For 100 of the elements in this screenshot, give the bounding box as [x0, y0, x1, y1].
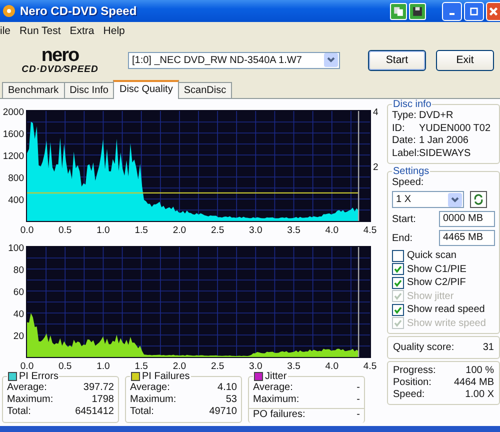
axis-label: 1200 — [2, 151, 24, 162]
stat-label: Total: — [7, 406, 31, 418]
stat-value: 49710 — [209, 406, 237, 418]
group-title: PI Errors — [19, 371, 58, 382]
progress-label: Progress: — [393, 365, 436, 377]
minimize-button[interactable] — [442, 2, 462, 20]
save-icon[interactable] — [409, 2, 426, 20]
axis-label: 1.0 — [96, 361, 110, 371]
maximize-icon — [469, 6, 479, 16]
quality-label: Quality score: — [393, 342, 454, 353]
menu-item[interactable]: Extra — [70, 25, 94, 37]
axis-label: 3.5 — [287, 361, 300, 371]
axis-label: 2.5 — [210, 361, 224, 371]
tab[interactable]: ScanDisc — [178, 82, 232, 98]
tab[interactable]: Disc Quality — [113, 80, 179, 99]
axis-label: 3.0 — [249, 361, 262, 371]
checkbox[interactable] — [392, 250, 404, 262]
start-field[interactable]: 0000 MB — [439, 211, 495, 227]
window-title: Nero CD-DVD Speed — [20, 4, 137, 18]
axis-label: 40 — [13, 309, 24, 320]
axis-label: 80 — [13, 265, 24, 276]
quality-value: 31 — [482, 342, 494, 353]
stat-label: Maximum: — [130, 394, 176, 406]
info-value: SIDEWAYS — [419, 148, 471, 160]
logo-text: nero — [41, 46, 79, 65]
axis-label: 4.5 — [363, 225, 377, 235]
axis-label: 3.5 — [287, 225, 300, 235]
menu-item[interactable]: Run Test — [20, 25, 61, 37]
drive-dropdown[interactable]: [1:0] _NEC DVD_RW ND-3540A 1.W7 — [128, 52, 340, 68]
refresh-icon — [472, 193, 485, 206]
axis-label: 2.0 — [172, 361, 186, 371]
disc-icon — [2, 4, 16, 18]
axis-label: 0.5 — [58, 361, 72, 371]
group-title: Settings — [392, 166, 430, 177]
checkbox-label: Show C1/PIE — [407, 264, 466, 275]
close-button[interactable] — [486, 2, 500, 20]
checkbox[interactable] — [392, 304, 404, 316]
stat-label: Total: — [130, 406, 154, 418]
axis-label: 4.5 — [363, 361, 377, 371]
minimize-icon — [449, 12, 455, 14]
stat-label: PO failures: — [253, 409, 306, 421]
axis-label: 2000 — [2, 107, 24, 118]
axis-label: 0.5 — [58, 225, 72, 235]
tab[interactable]: Benchmark — [2, 82, 65, 98]
progress-value: 1.00 X — [465, 389, 494, 401]
stat-value: - — [356, 394, 360, 406]
stat-label: Average: — [7, 382, 47, 394]
info-value: YUDEN000 T02 — [419, 122, 491, 135]
stat-value: - — [356, 409, 360, 421]
checkbox-label: Show jitter — [407, 290, 454, 302]
group-title: Disc info — [392, 99, 432, 110]
axis-label: 100 — [8, 243, 24, 254]
action-button[interactable]: Start — [368, 50, 426, 70]
axis-label: 2.0 — [172, 225, 186, 235]
info-label: Label: — [392, 148, 419, 160]
axis-label: 1.0 — [96, 225, 110, 235]
stat-label: Average: — [253, 382, 293, 394]
action-button[interactable]: Exit — [436, 50, 494, 70]
progress-value: 4464 MB — [454, 377, 494, 389]
progress-value: 100 % — [466, 365, 494, 377]
checkbox[interactable] — [392, 263, 404, 276]
stat-value: 4.10 — [218, 382, 237, 394]
info-label: ID: — [392, 122, 406, 135]
close-icon — [488, 6, 499, 16]
axis-label: 2.5 — [210, 225, 224, 235]
stat-label: Maximum: — [253, 394, 300, 406]
menu-item[interactable]: ile — [0, 25, 11, 37]
checkbox-label: Quick scan — [407, 250, 456, 262]
axis-label: 0.0 — [20, 225, 34, 235]
info-value: DVD+R — [419, 110, 454, 122]
field-label: Speed: — [392, 177, 425, 189]
stat-label: Average: — [130, 382, 170, 394]
axis-label: 4.0 — [325, 361, 338, 371]
axis-label: 1600 — [2, 129, 24, 140]
stat-value: 1798 — [92, 394, 114, 406]
info-label: Date: — [392, 135, 417, 148]
tab[interactable]: Disc Info — [64, 82, 114, 98]
progress-label: Position: — [393, 377, 432, 389]
copy-icon[interactable] — [390, 2, 407, 20]
axis-label: 4 — [373, 107, 378, 118]
checkbox[interactable] — [392, 276, 404, 289]
axis-label: 2 — [373, 162, 378, 173]
axis-label: 1.5 — [134, 361, 148, 371]
info-label: Type: — [392, 110, 418, 122]
speed-dropdown[interactable]: 1 X — [392, 191, 464, 208]
checkbox-label: Show write speed — [407, 318, 486, 329]
group-title: Jitter — [265, 371, 287, 382]
refresh-button[interactable] — [470, 191, 487, 208]
axis-label: 1.5 — [134, 225, 148, 235]
checkbox-label: Show C2/PIF — [407, 277, 466, 288]
stat-value: - — [356, 382, 360, 394]
checkbox-label: Show read speed — [407, 304, 485, 316]
stat-value: 397.72 — [83, 382, 114, 394]
maximize-button[interactable] — [464, 2, 484, 20]
menu-item[interactable]: Help — [103, 25, 125, 37]
axis-label: 20 — [13, 331, 24, 342]
axis-label: 400 — [8, 195, 24, 206]
axis-label: 800 — [8, 173, 24, 184]
group-title: PI Failures — [142, 371, 190, 382]
end-field[interactable]: 4465 MB — [439, 230, 495, 246]
